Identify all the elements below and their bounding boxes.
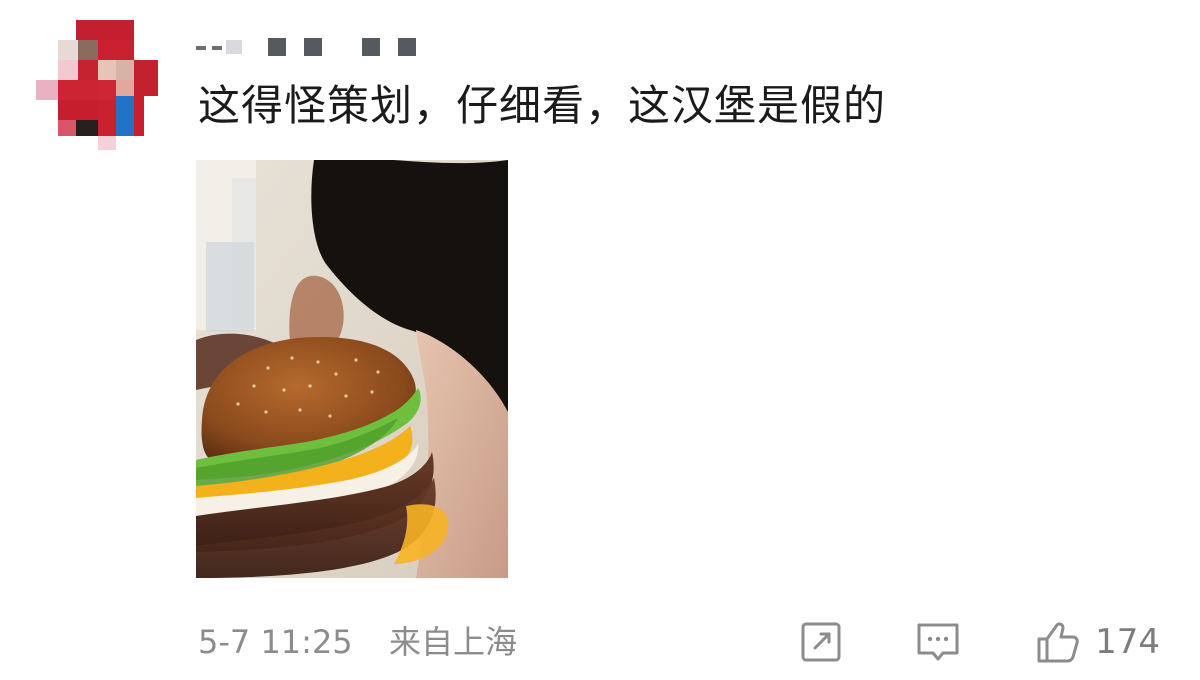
comment-text: 这得怪策划，仔细看，这汉堡是假的 <box>198 81 887 130</box>
comment-icon <box>917 623 959 661</box>
comment-date: 5-7 11:25 <box>198 623 353 661</box>
comment-photo[interactable] <box>196 160 508 578</box>
comment-actions: 174 <box>799 612 1160 672</box>
avatar[interactable] <box>36 20 168 152</box>
comment-location: 来自上海 <box>389 623 518 661</box>
thumbs-up-icon <box>1037 622 1079 663</box>
reply-button[interactable] <box>915 619 961 665</box>
comment-meta: 5-7 11:25 来自上海 <box>198 618 517 666</box>
like-button[interactable]: 174 <box>1033 617 1160 667</box>
share-icon <box>801 622 841 662</box>
like-count: 174 <box>1095 622 1160 662</box>
share-button[interactable] <box>799 620 843 664</box>
username[interactable] <box>196 38 436 58</box>
